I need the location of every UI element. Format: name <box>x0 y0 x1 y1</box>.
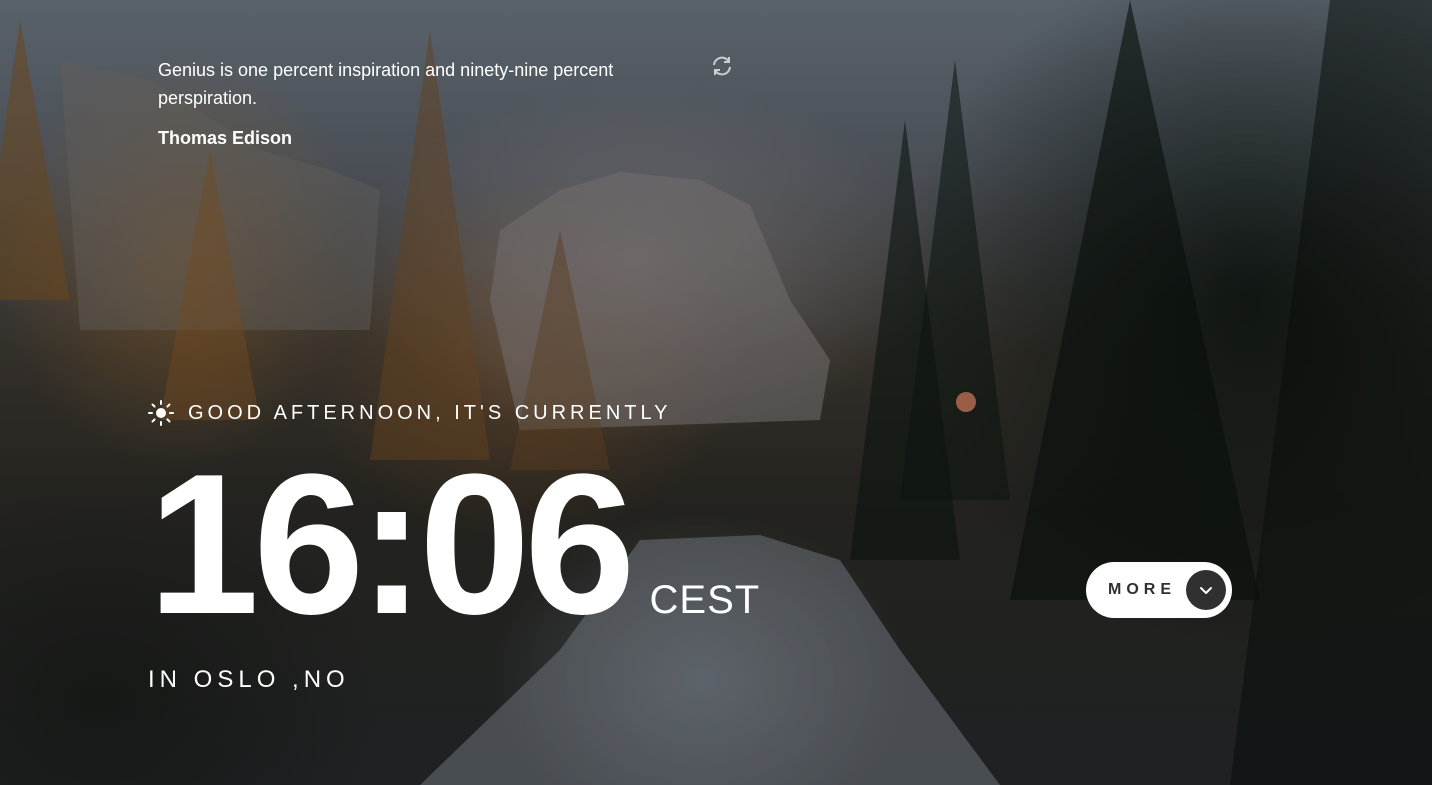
sun-icon <box>148 400 174 426</box>
location-text: IN OSLO ,NO <box>148 666 350 693</box>
refresh-icon[interactable] <box>710 54 734 78</box>
quote-author: Thomas Edison <box>158 128 293 148</box>
quote-text: Genius is one percent inspiration and ni… <box>158 60 614 108</box>
greeting-text: GOOD AFTERNOON, IT'S CURRENTLY <box>188 401 672 424</box>
quote-block: Genius is one percent inspiration and ni… <box>158 56 678 149</box>
clock: 16:06 CEST <box>148 440 760 650</box>
more-button[interactable]: MORE <box>1086 562 1232 618</box>
greeting: GOOD AFTERNOON, IT'S CURRENTLY <box>148 400 671 426</box>
clock-time: 16:06 <box>148 433 636 656</box>
clock-timezone: CEST <box>649 578 761 622</box>
more-button-label: MORE <box>1108 581 1176 598</box>
chevron-down-icon <box>1186 570 1226 610</box>
